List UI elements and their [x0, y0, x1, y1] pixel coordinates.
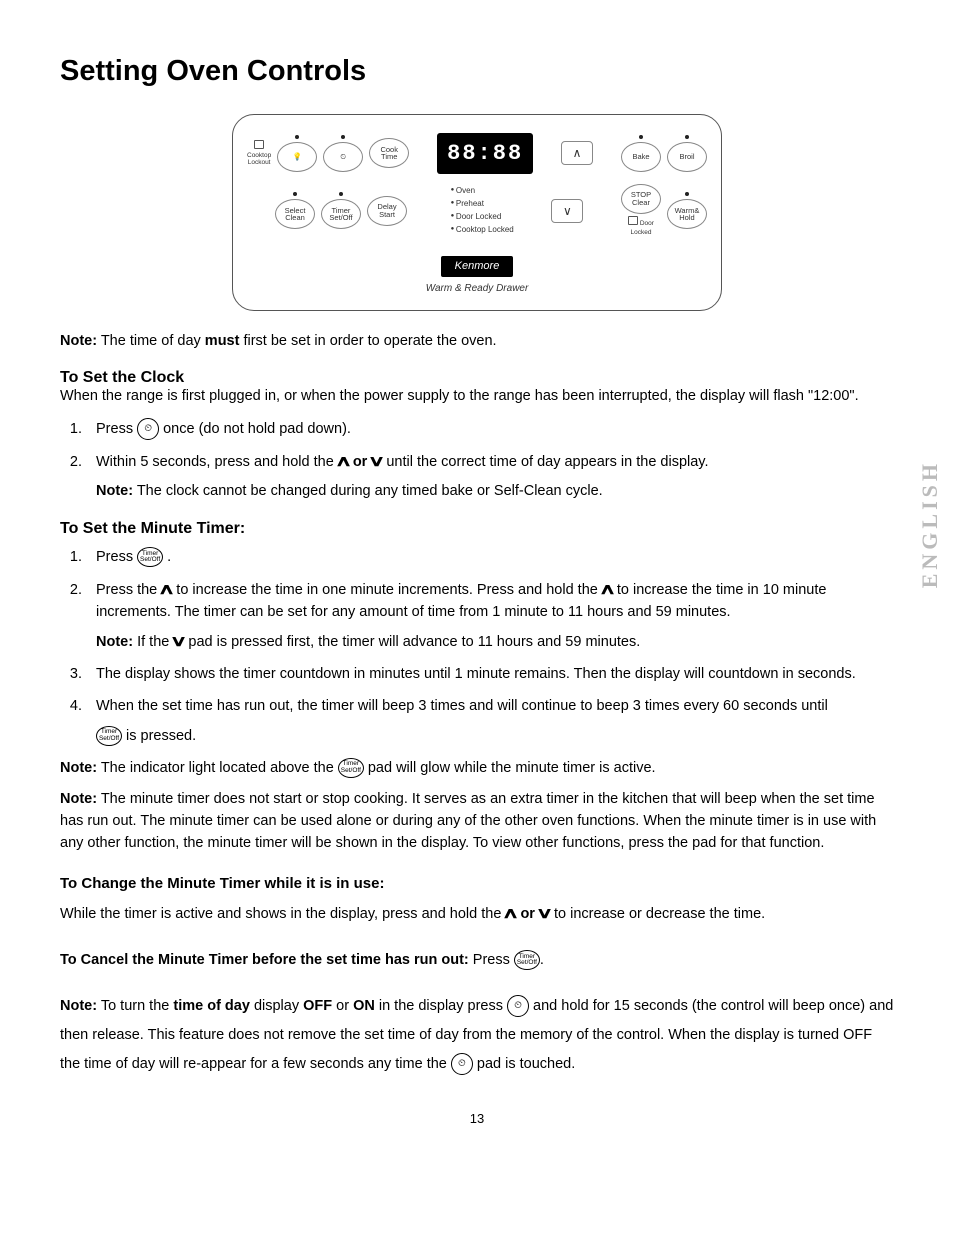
up-arrow-pad: ∧ [561, 141, 593, 165]
control-panel: CooktopLockout 💡 ⏲ CookTime 88:88 ∧ Bake… [232, 114, 722, 311]
control-panel-figure: CooktopLockout 💡 ⏲ CookTime 88:88 ∧ Bake… [60, 114, 894, 311]
lockout-label: CooktopLockout [247, 153, 271, 166]
timer-step-2: Press the ∧ to increase the time in one … [86, 579, 894, 654]
clock-steps: Press ⏲ once (do not hold pad down). Wit… [60, 418, 894, 503]
select-clean-pad: SelectClean [275, 199, 315, 229]
up-arrow-icon: ∧ [502, 903, 520, 926]
light-pad: 💡 [277, 142, 317, 172]
down-arrow-icon: ∨ [536, 903, 554, 926]
clock-pad: ⏲ [323, 142, 363, 172]
timer-pad-icon: TimerSet/Off [338, 758, 364, 778]
timer-step-4: When the set time has run out, the timer… [86, 696, 894, 748]
cook-time-pad: CookTime [369, 138, 409, 168]
indicator-list: Oven Preheat Door Locked Cooktop Locked [445, 185, 514, 236]
change-heading: To Change the Minute Timer while it is i… [60, 873, 894, 896]
change-text: While the timer is active and shows in t… [60, 903, 894, 926]
lockout-icon [254, 140, 264, 149]
timer-note-1: Note: The indicator light located above … [60, 758, 894, 780]
clock-icon: ⏲ [137, 418, 159, 440]
up-arrow-icon: ∧ [158, 579, 176, 602]
clock-step-1: Press ⏲ once (do not hold pad down). [86, 418, 894, 441]
cancel-line: To Cancel the Minute Timer before the se… [60, 950, 894, 972]
brand-label: Kenmore [441, 256, 514, 277]
timer-pad-icon: TimerSet/Off [137, 547, 163, 567]
language-side-label: ENGLISH [913, 460, 946, 588]
delay-start-pad: DelayStart [367, 196, 407, 226]
timer-note-2: Note: The minute timer does not start or… [60, 789, 894, 854]
clock-icon: ⏲ [507, 995, 529, 1017]
timer-pad-icon: TimerSet/Off [514, 950, 540, 970]
up-arrow-icon: ∧ [335, 451, 353, 474]
timer-pad: TimerSet/Off [321, 199, 361, 229]
timer-pad-icon: TimerSet/Off [96, 726, 122, 746]
timer-heading: To Set the Minute Timer: [60, 517, 894, 541]
page-title: Setting Oven Controls [60, 50, 894, 94]
timer-steps: Press TimerSet/Off . Press the ∧ to incr… [60, 547, 894, 747]
page-number: 13 [60, 1109, 894, 1129]
clock-icon: ⏲ [451, 1053, 473, 1075]
clock-step-2: Within 5 seconds, press and hold the ∧ o… [86, 451, 894, 504]
timer-step-1: Press TimerSet/Off . [86, 547, 894, 569]
down-arrow-icon: ∨ [368, 451, 386, 474]
bake-pad: Bake [621, 142, 661, 172]
drawer-label: Warm & Ready Drawer [247, 281, 707, 296]
down-arrow-pad: ∨ [551, 199, 583, 223]
clock-intro: When the range is first plugged in, or w… [60, 386, 894, 408]
timer-step-3: The display shows the timer countdown in… [86, 664, 894, 686]
down-arrow-icon: ∨ [170, 631, 188, 654]
time-display: 88:88 [437, 133, 533, 174]
final-note: Note: To turn the time of day display OF… [60, 992, 894, 1079]
stop-clear-pad: STOPClear [621, 184, 661, 214]
broil-pad: Broil [667, 142, 707, 172]
warm-hold-pad: Warm&Hold [667, 199, 707, 229]
note-top: Note: The time of day must first be set … [60, 331, 894, 353]
up-arrow-icon: ∧ [599, 579, 617, 602]
